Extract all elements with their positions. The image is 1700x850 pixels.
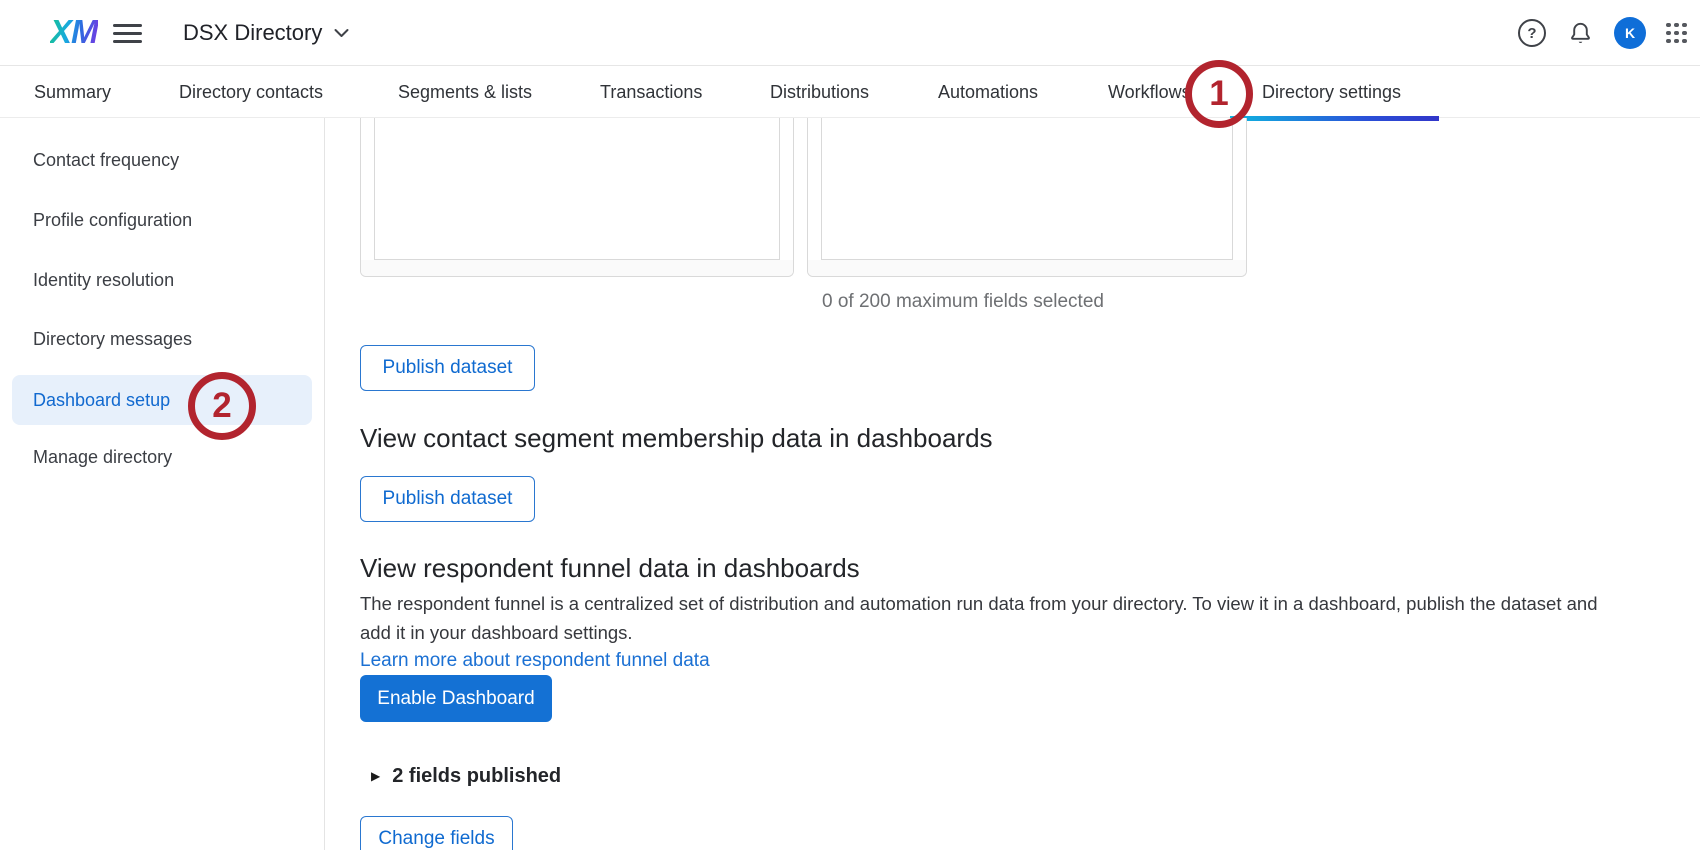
apps-grid-icon[interactable] <box>1666 23 1687 44</box>
active-tab-underline <box>1230 116 1439 121</box>
fields-published-disclosure[interactable]: ▶ 2 fields published <box>371 762 561 790</box>
tab-bar: Summary Directory contacts Segments & li… <box>0 66 1700 118</box>
sidebar-item-identity-resolution[interactable]: Identity resolution <box>0 255 325 305</box>
selected-fields-panel <box>807 118 1247 277</box>
sidebar-item-dashboard-setup[interactable]: Dashboard setup <box>12 375 312 425</box>
topbar-actions: ? K <box>1518 0 1687 66</box>
respondent-funnel-description: The respondent funnel is a centralized s… <box>360 589 1605 647</box>
sidebar-item-directory-messages[interactable]: Directory messages <box>0 314 325 364</box>
fields-published-label: 2 fields published <box>392 765 561 788</box>
respondent-funnel-heading: View respondent funnel data in dashboard… <box>360 553 860 584</box>
tab-automations[interactable]: Automations <box>938 66 1038 118</box>
tab-workflows[interactable]: Workflows <box>1108 66 1191 118</box>
chevron-down-icon <box>334 28 349 38</box>
notifications-bell-icon[interactable] <box>1566 19 1594 47</box>
sidebar-item-contact-frequency[interactable]: Contact frequency <box>0 135 325 185</box>
learn-more-link[interactable]: Learn more about respondent funnel data <box>360 650 710 672</box>
tab-segments-lists[interactable]: Segments & lists <box>398 66 532 118</box>
selected-fields-panel-footer <box>808 260 1246 276</box>
change-fields-button[interactable]: Change fields <box>360 816 513 850</box>
available-fields-panel-footer <box>361 260 793 276</box>
annotation-circle-2: 2 <box>188 372 256 440</box>
annotation-number-2: 2 <box>212 386 231 426</box>
xm-logo[interactable]: XM <box>50 13 98 51</box>
user-avatar[interactable]: K <box>1614 17 1646 49</box>
annotation-number-1: 1 <box>1209 74 1228 114</box>
app-window: XM DSX Directory ? K Summary Directory <box>0 0 1700 850</box>
sidebar-item-manage-directory[interactable]: Manage directory <box>0 432 325 482</box>
tab-distributions[interactable]: Distributions <box>770 66 869 118</box>
available-fields-panel <box>360 118 794 277</box>
publish-dataset-button-2[interactable]: Publish dataset <box>360 476 535 522</box>
tab-directory-contacts[interactable]: Directory contacts <box>179 66 323 118</box>
selected-fields-list[interactable] <box>821 118 1233 260</box>
menu-icon[interactable] <box>113 24 142 43</box>
publish-dataset-button-1[interactable]: Publish dataset <box>360 345 535 391</box>
annotation-circle-1: 1 <box>1185 60 1253 128</box>
segment-membership-heading: View contact segment membership data in … <box>360 423 993 454</box>
directory-switcher[interactable]: DSX Directory <box>183 0 349 66</box>
sidebar-item-profile-configuration[interactable]: Profile configuration <box>0 195 325 245</box>
help-glyph: ? <box>1527 25 1536 42</box>
top-bar: XM DSX Directory ? K <box>0 0 1700 66</box>
tab-directory-settings[interactable]: Directory settings <box>1262 66 1401 118</box>
available-fields-list[interactable] <box>374 118 780 260</box>
tab-summary[interactable]: Summary <box>34 66 111 118</box>
enable-dashboard-button[interactable]: Enable Dashboard <box>360 675 552 722</box>
tab-transactions[interactable]: Transactions <box>600 66 702 118</box>
directory-name: DSX Directory <box>183 20 322 46</box>
disclosure-triangle-icon: ▶ <box>371 770 380 782</box>
fields-selected-note: 0 of 200 maximum fields selected <box>822 291 1104 313</box>
help-icon[interactable]: ? <box>1518 19 1546 47</box>
sidebar: Contact frequency Profile configuration … <box>0 118 325 850</box>
